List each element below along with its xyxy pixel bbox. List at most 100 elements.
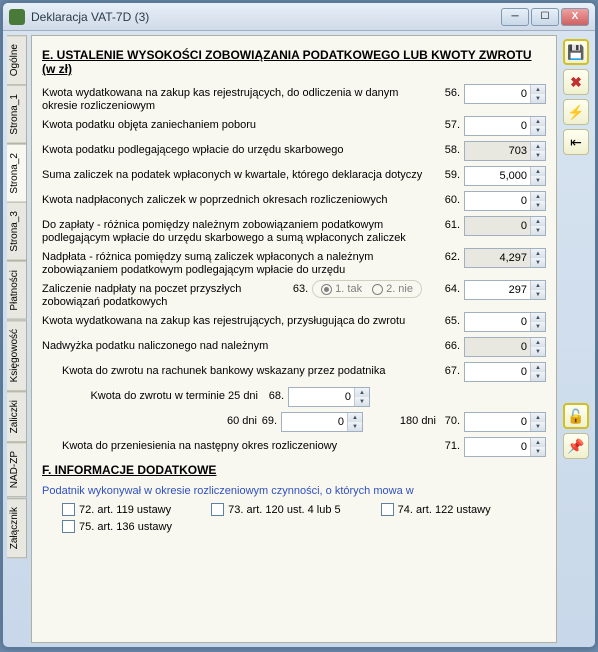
checkbox-75[interactable]: 75. art. 136 ustawy <box>62 520 172 533</box>
input-64[interactable] <box>465 281 530 299</box>
row-label-61: Do zapłaty - różnica pomiędzy należnym z… <box>42 216 440 245</box>
field-59[interactable]: ▲▼ <box>464 166 546 186</box>
field-69[interactable]: ▲▼ <box>281 412 363 432</box>
tab-nad-zp[interactable]: NAD-ZP <box>7 442 27 497</box>
maximize-button[interactable]: ☐ <box>531 8 559 26</box>
spin-down-icon[interactable]: ▼ <box>531 258 545 267</box>
field-67[interactable]: ▲▼ <box>464 362 546 382</box>
minimize-button[interactable]: ─ <box>501 8 529 26</box>
spin-up-icon[interactable]: ▲ <box>531 167 545 176</box>
cancel-icon: ✖ <box>570 74 582 91</box>
spin-up-icon[interactable]: ▲ <box>531 338 545 347</box>
tab-księgowość[interactable]: Księgowość <box>7 320 27 391</box>
spin-up-icon[interactable]: ▲ <box>531 217 545 226</box>
field-70[interactable]: ▲▼ <box>464 412 546 432</box>
row-label-69: 60 dni <box>42 412 257 427</box>
row-num-67: 67. <box>440 362 464 377</box>
checkbox-72[interactable]: 72. art. 119 ustawy <box>62 503 171 516</box>
spin-down-icon[interactable]: ▼ <box>531 422 545 431</box>
spin-up-icon[interactable]: ▲ <box>348 413 362 422</box>
field-60[interactable]: ▲▼ <box>464 191 546 211</box>
checkbox-73[interactable]: 73. art. 120 ust. 4 lub 5 <box>211 503 341 516</box>
spin-up-icon[interactable]: ▲ <box>531 438 545 447</box>
lock-button[interactable]: 🔓 <box>563 403 589 429</box>
spin-up-icon[interactable]: ▲ <box>531 85 545 94</box>
save-button[interactable]: 💾 <box>563 39 589 65</box>
tab-zaliczki[interactable]: Zaliczki <box>7 391 27 442</box>
tab-strona_2[interactable]: Strona_2 <box>7 144 27 203</box>
spin-down-icon[interactable]: ▼ <box>531 94 545 103</box>
spin-up-icon[interactable]: ▲ <box>531 281 545 290</box>
spin-down-icon[interactable]: ▼ <box>531 372 545 381</box>
spin-down-icon[interactable]: ▼ <box>531 201 545 210</box>
input-68[interactable] <box>289 388 354 406</box>
spin-up-icon[interactable]: ▲ <box>531 117 545 126</box>
checkbox-label: 75. art. 136 ustawy <box>79 521 172 533</box>
field-66[interactable]: ▲▼ <box>464 337 546 357</box>
recalc-button[interactable]: ⚡ <box>563 99 589 125</box>
checkbox-74[interactable]: 74. art. 122 ustawy <box>381 503 491 516</box>
row-num-59: 59. <box>440 166 464 181</box>
spin-down-icon[interactable]: ▼ <box>531 226 545 235</box>
spin-up-icon[interactable]: ▲ <box>531 142 545 151</box>
spin-down-icon[interactable]: ▼ <box>531 176 545 185</box>
bolt-icon: ⚡ <box>567 104 584 121</box>
field-71[interactable]: ▲▼ <box>464 437 546 457</box>
input-70[interactable] <box>465 413 530 431</box>
spin-up-icon[interactable]: ▲ <box>531 363 545 372</box>
spin-up-icon[interactable]: ▲ <box>531 313 545 322</box>
spin-down-icon[interactable]: ▼ <box>348 422 362 431</box>
tab-załącznik[interactable]: Załącznik <box>7 498 27 558</box>
tab-ogólne[interactable]: Ogólne <box>7 35 27 85</box>
cancel-button[interactable]: ✖ <box>563 69 589 95</box>
input-56[interactable] <box>465 85 530 103</box>
input-66[interactable] <box>465 338 530 356</box>
input-59[interactable] <box>465 167 530 185</box>
spin-down-icon[interactable]: ▼ <box>531 322 545 331</box>
tab-strona_3[interactable]: Strona_3 <box>7 202 27 261</box>
field-58[interactable]: ▲▼ <box>464 141 546 161</box>
field-57[interactable]: ▲▼ <box>464 116 546 136</box>
radio-63-yes[interactable]: 1. tak <box>321 283 362 295</box>
spin-down-icon[interactable]: ▼ <box>531 126 545 135</box>
goto-button[interactable]: ⇤ <box>563 129 589 155</box>
input-67[interactable] <box>465 363 530 381</box>
tab-płatności[interactable]: Płatności <box>7 261 27 320</box>
close-button[interactable]: X <box>561 8 589 26</box>
spin-up-icon[interactable]: ▲ <box>531 249 545 258</box>
checkbox-label: 73. art. 120 ust. 4 lub 5 <box>228 504 341 516</box>
input-57[interactable] <box>465 117 530 135</box>
row-label-71: Kwota do przeniesienia na następny okres… <box>42 437 440 453</box>
tab-strona_1[interactable]: Strona_1 <box>7 85 27 144</box>
spin-up-icon[interactable]: ▲ <box>531 192 545 201</box>
field-65[interactable]: ▲▼ <box>464 312 546 332</box>
row-label-62: Nadpłata - różnica pomiędzy sumą zalicze… <box>42 248 440 277</box>
spin-down-icon[interactable]: ▼ <box>531 447 545 456</box>
field-68[interactable]: ▲▼ <box>288 387 370 407</box>
input-58[interactable] <box>465 142 530 160</box>
input-71[interactable] <box>465 438 530 456</box>
row-label-63: Zaliczenie nadpłaty na poczet przyszłych… <box>42 280 288 309</box>
field-56[interactable]: ▲▼ <box>464 84 546 104</box>
section-f-link[interactable]: Podatnik wykonywał w okresie rozliczenio… <box>42 485 546 497</box>
spin-up-icon[interactable]: ▲ <box>531 413 545 422</box>
input-65[interactable] <box>465 313 530 331</box>
checkbox-icon <box>211 503 224 516</box>
spin-down-icon[interactable]: ▼ <box>531 347 545 356</box>
input-62[interactable] <box>465 249 530 267</box>
radio-63-no[interactable]: 2. nie <box>372 283 413 295</box>
spin-down-icon[interactable]: ▼ <box>531 151 545 160</box>
pin-button[interactable]: 📌 <box>563 433 589 459</box>
spin-down-icon[interactable]: ▼ <box>531 290 545 299</box>
field-61[interactable]: ▲▼ <box>464 216 546 236</box>
section-f-header: F. INFORMACJE DODATKOWE <box>42 463 546 477</box>
input-69[interactable] <box>282 413 347 431</box>
spin-up-icon[interactable]: ▲ <box>355 388 369 397</box>
field-64[interactable]: ▲▼ <box>464 280 546 300</box>
input-61[interactable] <box>465 217 530 235</box>
field-62[interactable]: ▲▼ <box>464 248 546 268</box>
input-60[interactable] <box>465 192 530 210</box>
row-label-67: Kwota do zwrotu na rachunek bankowy wska… <box>42 362 440 378</box>
row-label-70: 180 dni <box>363 412 440 427</box>
spin-down-icon[interactable]: ▼ <box>355 397 369 406</box>
